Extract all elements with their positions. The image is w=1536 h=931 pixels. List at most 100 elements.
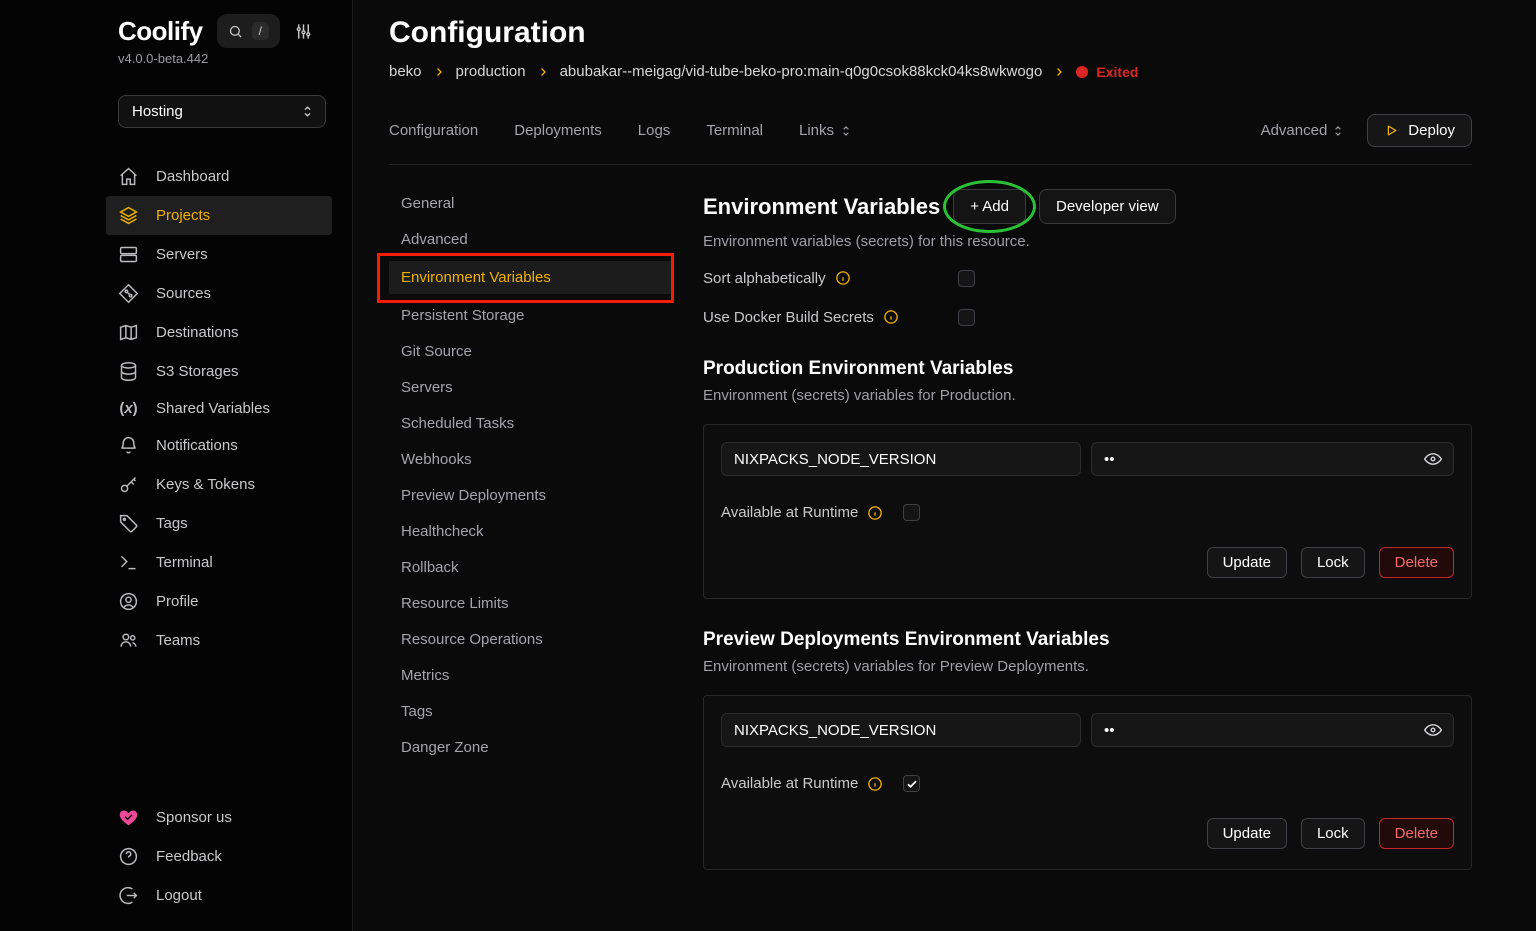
subnav-rollback[interactable]: Rollback bbox=[389, 553, 673, 582]
subnav-preview-deployments[interactable]: Preview Deployments bbox=[389, 481, 673, 510]
search-button[interactable]: / bbox=[217, 14, 280, 48]
update-button[interactable]: Update bbox=[1207, 547, 1287, 578]
sidebar-item-terminal[interactable]: Terminal bbox=[106, 543, 332, 582]
eye-icon[interactable] bbox=[1423, 449, 1443, 469]
available-at-runtime-label: Available at Runtime bbox=[721, 504, 858, 521]
tab-deployments[interactable]: Deployments bbox=[514, 122, 602, 139]
subnav-environment-variables[interactable]: Environment Variables bbox=[389, 261, 673, 294]
sidebar-item-notifications[interactable]: Notifications bbox=[106, 426, 332, 465]
chevron-up-down-icon bbox=[839, 124, 853, 138]
sidebar-item-logout[interactable]: Logout bbox=[106, 876, 332, 915]
sidebar-item-projects[interactable]: Projects bbox=[106, 196, 332, 235]
sidebar-footer: Sponsor us Feedback Logout bbox=[118, 798, 342, 915]
developer-view-button[interactable]: Developer view bbox=[1039, 189, 1176, 224]
git-icon bbox=[118, 283, 139, 304]
subnav-advanced[interactable]: Advanced bbox=[389, 225, 673, 254]
env-key-input[interactable] bbox=[721, 713, 1081, 747]
sidebar-item-s3-storages[interactable]: S3 Storages bbox=[106, 352, 332, 391]
available-at-runtime-label: Available at Runtime bbox=[721, 775, 858, 792]
team-selector[interactable]: Hosting bbox=[118, 95, 326, 128]
page-title: Configuration bbox=[389, 16, 1472, 50]
available-at-runtime-checkbox[interactable] bbox=[903, 775, 920, 792]
tab-terminal[interactable]: Terminal bbox=[706, 122, 763, 139]
deploy-button[interactable]: Deploy bbox=[1367, 114, 1472, 147]
sidebar-item-feedback[interactable]: Feedback bbox=[106, 837, 332, 876]
main-area: Configuration beko production abubakar--… bbox=[353, 0, 1536, 931]
subnav-metrics[interactable]: Metrics bbox=[389, 661, 673, 690]
tab-links[interactable]: Links bbox=[799, 122, 853, 139]
env-var-card-production: Available at Runtime Update Lock Delete bbox=[703, 424, 1472, 599]
sidebar-item-tags[interactable]: Tags bbox=[106, 504, 332, 543]
available-at-runtime-row: Available at Runtime bbox=[721, 775, 1454, 792]
lock-button[interactable]: Lock bbox=[1301, 818, 1365, 849]
subnav-persistent-storage[interactable]: Persistent Storage bbox=[389, 301, 673, 330]
tab-logs[interactable]: Logs bbox=[638, 122, 671, 139]
delete-button[interactable]: Delete bbox=[1379, 547, 1454, 578]
app-logo[interactable]: Coolify bbox=[118, 16, 203, 47]
sidebar-item-shared-variables[interactable]: (x) Shared Variables bbox=[106, 391, 332, 426]
env-value-input[interactable] bbox=[1091, 442, 1454, 476]
update-button[interactable]: Update bbox=[1207, 818, 1287, 849]
sidebar-item-dashboard[interactable]: Dashboard bbox=[106, 157, 332, 196]
env-value-input[interactable] bbox=[1091, 713, 1454, 747]
house-icon bbox=[118, 166, 139, 187]
available-at-runtime-checkbox[interactable] bbox=[903, 504, 920, 521]
sidebar-item-servers[interactable]: Servers bbox=[106, 235, 332, 274]
sidebar-item-sources[interactable]: Sources bbox=[106, 274, 332, 313]
sidebar-item-profile[interactable]: Profile bbox=[106, 582, 332, 621]
subnav-servers[interactable]: Servers bbox=[389, 373, 673, 402]
subnav-resource-operations[interactable]: Resource Operations bbox=[389, 625, 673, 654]
info-icon[interactable] bbox=[867, 776, 883, 792]
subnav-healthcheck[interactable]: Healthcheck bbox=[389, 517, 673, 546]
docker-build-secrets-checkbox[interactable] bbox=[958, 309, 975, 326]
info-icon[interactable] bbox=[883, 309, 899, 325]
breadcrumb: beko production abubakar--meigag/vid-tub… bbox=[389, 63, 1472, 80]
key-icon bbox=[118, 474, 139, 495]
server-icon bbox=[118, 244, 139, 265]
add-env-var-button[interactable]: + Add bbox=[953, 189, 1026, 224]
sidebar: Coolify / v4.0.0-beta.442 Hosting Dashbo… bbox=[0, 0, 353, 931]
users-icon bbox=[118, 630, 139, 651]
available-at-runtime-row: Available at Runtime bbox=[721, 504, 1454, 521]
sort-alphabetically-checkbox[interactable] bbox=[958, 270, 975, 287]
help-circle-icon bbox=[118, 846, 139, 867]
lock-button[interactable]: Lock bbox=[1301, 547, 1365, 578]
breadcrumb-resource[interactable]: abubakar--meigag/vid-tube-beko-pro:main-… bbox=[560, 63, 1043, 80]
eye-icon[interactable] bbox=[1423, 720, 1443, 740]
preview-section-title: Preview Deployments Environment Variable… bbox=[703, 629, 1472, 651]
sidebar-item-sponsor[interactable]: Sponsor us bbox=[106, 798, 332, 837]
sidebar-item-destinations[interactable]: Destinations bbox=[106, 313, 332, 352]
info-icon[interactable] bbox=[835, 270, 851, 286]
subnav-danger-zone[interactable]: Danger Zone bbox=[389, 733, 673, 762]
breadcrumb-environment[interactable]: production bbox=[456, 63, 526, 80]
chevron-up-down-icon bbox=[1331, 124, 1345, 138]
subnav-webhooks[interactable]: Webhooks bbox=[389, 445, 673, 474]
sort-alphabetically-row: Sort alphabetically bbox=[703, 267, 1472, 289]
subnav-scheduled-tasks[interactable]: Scheduled Tasks bbox=[389, 409, 673, 438]
docker-build-secrets-row: Use Docker Build Secrets bbox=[703, 306, 1472, 328]
env-vars-panel: Environment Variables + Add Developer vi… bbox=[703, 189, 1472, 870]
status-label: Exited bbox=[1096, 64, 1138, 80]
delete-button[interactable]: Delete bbox=[1379, 818, 1454, 849]
subnav-git-source[interactable]: Git Source bbox=[389, 337, 673, 366]
sidebar-item-keys-tokens[interactable]: Keys & Tokens bbox=[106, 465, 332, 504]
advanced-dropdown[interactable]: Advanced bbox=[1261, 122, 1346, 139]
subnav-tags[interactable]: Tags bbox=[389, 697, 673, 726]
sidebar-item-teams[interactable]: Teams bbox=[106, 621, 332, 660]
panel-title: Environment Variables bbox=[703, 194, 940, 220]
breadcrumb-project[interactable]: beko bbox=[389, 63, 422, 80]
tab-configuration[interactable]: Configuration bbox=[389, 122, 478, 139]
env-key-input[interactable] bbox=[721, 442, 1081, 476]
subnav-resource-limits[interactable]: Resource Limits bbox=[389, 589, 673, 618]
chevron-right-icon bbox=[433, 66, 445, 78]
production-section-description: Environment (secrets) variables for Prod… bbox=[703, 387, 1472, 404]
variable-icon: (x) bbox=[118, 400, 139, 417]
resource-tabbar: Configuration Deployments Logs Terminal … bbox=[389, 114, 1472, 165]
heart-icon bbox=[118, 807, 139, 828]
env-var-card-preview: Available at Runtime Update Lock Delete bbox=[703, 695, 1472, 870]
subnav-general[interactable]: General bbox=[389, 189, 673, 218]
settings-sliders-icon[interactable] bbox=[294, 22, 313, 41]
preview-section-description: Environment (secrets) variables for Prev… bbox=[703, 658, 1472, 675]
sidebar-nav: Dashboard Projects Servers Sources Desti… bbox=[118, 157, 342, 660]
info-icon[interactable] bbox=[867, 505, 883, 521]
